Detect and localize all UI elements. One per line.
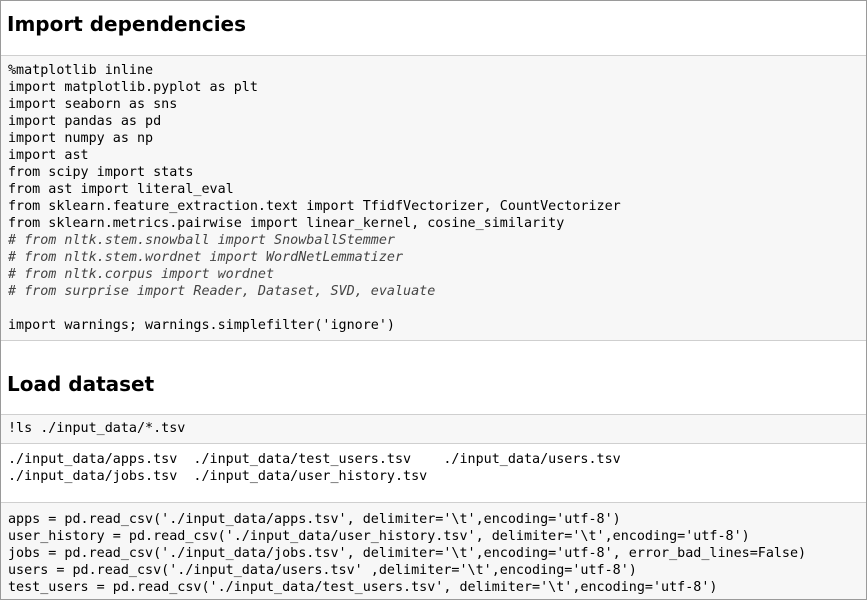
code-cell-imports[interactable]: %matplotlib inline import matplotlib.pyp…: [1, 55, 866, 341]
code-line: import numpy as np: [8, 131, 154, 146]
code-line: import seaborn as sns: [8, 97, 178, 112]
markdown-heading-import-dependencies[interactable]: Import dependencies: [1, 12, 246, 36]
output-cell-ls: ./input_data/apps.tsv ./input_data/test_…: [1, 451, 866, 485]
code-line: !ls ./input_data/*.tsv: [8, 421, 186, 436]
code-line-comment: # from nltk.stem.snowball import Snowbal…: [8, 233, 395, 248]
code-cell-read-csv[interactable]: apps = pd.read_csv('./input_data/apps.ts…: [1, 502, 866, 599]
code-line-comment: # from nltk.stem.wordnet import WordNetL…: [8, 250, 404, 265]
code-line: users = pd.read_csv('./input_data/users.…: [8, 563, 637, 578]
code-cell-ls[interactable]: !ls ./input_data/*.tsv: [1, 414, 866, 444]
code-line-comment: # from surprise import Reader, Dataset, …: [8, 284, 436, 299]
notebook-frame: Import dependencies %matplotlib inline i…: [0, 0, 867, 600]
code-line: from sklearn.feature_extraction.text imp…: [8, 199, 621, 214]
code-line: import matplotlib.pyplot as plt: [8, 80, 258, 95]
code-editor-read-csv[interactable]: apps = pd.read_csv('./input_data/apps.ts…: [1, 511, 866, 596]
code-line: from sklearn.metrics.pairwise import lin…: [8, 216, 565, 231]
code-line-comment: # from nltk.corpus import wordnet: [8, 267, 275, 282]
code-line: user_history = pd.read_csv('./input_data…: [8, 529, 750, 544]
code-line: from ast import literal_eval: [8, 182, 234, 197]
code-line: import ast: [8, 148, 89, 163]
code-editor-ls[interactable]: !ls ./input_data/*.tsv: [1, 420, 866, 437]
output-text: ./input_data/apps.tsv ./input_data/test_…: [1, 451, 866, 485]
code-editor-imports[interactable]: %matplotlib inline import matplotlib.pyp…: [1, 62, 866, 334]
code-line: import warnings; warnings.simplefilter('…: [8, 318, 395, 333]
code-line: jobs = pd.read_csv('./input_data/jobs.ts…: [8, 546, 807, 561]
code-line: import pandas as pd: [8, 114, 162, 129]
output-line: ./input_data/jobs.tsv ./input_data/user_…: [8, 469, 428, 484]
output-line: ./input_data/apps.tsv ./input_data/test_…: [8, 452, 621, 467]
markdown-heading-load-dataset[interactable]: Load dataset: [1, 372, 154, 396]
code-line: apps = pd.read_csv('./input_data/apps.ts…: [8, 512, 621, 527]
code-line: from scipy import stats: [8, 165, 194, 180]
code-line: %matplotlib inline: [8, 63, 154, 78]
code-line: test_users = pd.read_csv('./input_data/t…: [8, 580, 718, 595]
